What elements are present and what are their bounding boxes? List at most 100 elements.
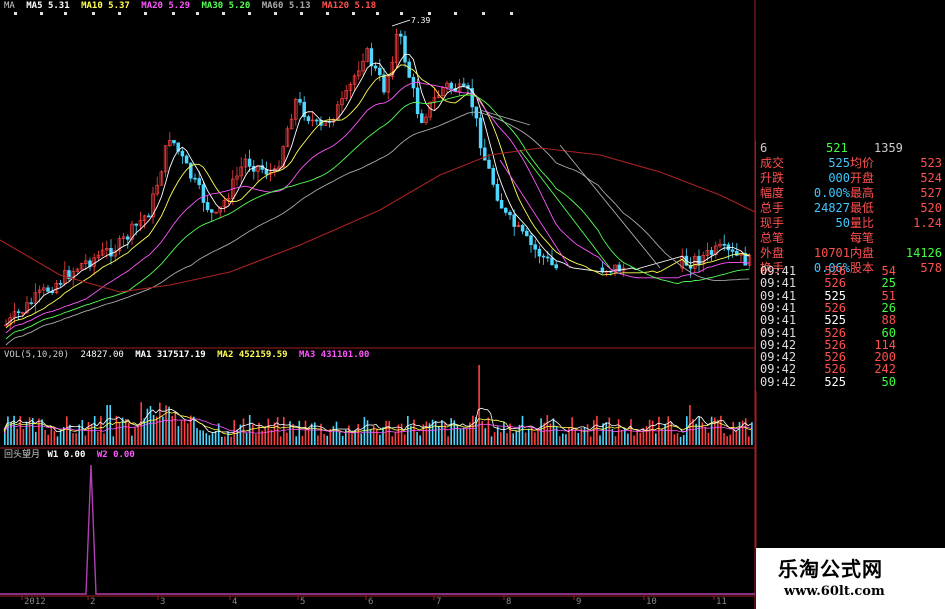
volume-bar <box>252 424 254 445</box>
volume-bar <box>738 422 741 445</box>
volume-bar <box>152 414 155 445</box>
ma30-readout: MA30 5.20 <box>201 1 251 11</box>
volume-bar <box>558 436 561 445</box>
x-axis-label: 2 <box>90 597 96 607</box>
volume-bar <box>245 433 248 445</box>
volume-bar <box>534 432 536 445</box>
volume-bar <box>376 429 378 445</box>
volume-bar <box>286 432 288 445</box>
candle-body <box>407 61 411 78</box>
volume-bar <box>465 428 468 445</box>
volume-bar <box>118 422 121 445</box>
volume-bar <box>159 402 161 445</box>
volume-bar <box>509 423 511 445</box>
candle-body <box>46 287 50 292</box>
volume-bar <box>264 425 266 445</box>
volume-title: VOL(5,10,20) <box>4 350 70 360</box>
volume-bar <box>614 436 617 445</box>
volume-bar <box>13 415 15 445</box>
moving-average-lines <box>0 53 756 346</box>
tick-price: 526 <box>824 337 846 352</box>
tick-row: 09:41 526 60 <box>756 327 945 339</box>
volume-bar <box>651 420 654 445</box>
volume-bar <box>66 416 68 445</box>
volume-ma1-readout: MA1 317517.19 <box>135 350 206 360</box>
x-axis-label: 5 <box>300 597 306 607</box>
volume-bar <box>617 419 620 445</box>
volume-bar <box>459 428 462 445</box>
period-marker <box>376 12 379 15</box>
x-axis-label: 8 <box>506 597 512 607</box>
volume-bar <box>447 436 449 445</box>
tick-row: 09:42 525 50 <box>756 376 945 388</box>
volume-bar <box>493 432 496 445</box>
volume-bar <box>211 432 214 445</box>
volume-bar <box>224 436 226 445</box>
site-watermark: 乐淘公式网 www.60lt.com <box>756 548 945 609</box>
tick-volume: 60 <box>881 325 896 340</box>
candle-body <box>449 82 453 89</box>
x-axis-tickmarks <box>14 12 715 600</box>
candle-body <box>722 243 726 246</box>
tick-row: 09:41 525 51 <box>756 290 945 302</box>
volume-bar <box>335 421 338 445</box>
indicator-w1-readout: W1 0.00 <box>47 450 86 460</box>
indicator-w1-line <box>0 464 755 595</box>
period-marker <box>274 12 277 15</box>
volume-bar <box>735 430 738 445</box>
volume-bar <box>394 432 397 445</box>
indicator-lines <box>0 464 755 595</box>
volume-bar <box>59 430 62 445</box>
volume-bar <box>137 425 139 445</box>
volume-bar <box>7 416 9 445</box>
tick-row: 09:41 525 88 <box>756 314 945 326</box>
candle-body <box>478 117 483 149</box>
volume-bar <box>124 419 127 445</box>
volume-bar <box>332 426 335 445</box>
volume-bar <box>283 416 285 445</box>
quote-label: 外盘 <box>760 246 785 260</box>
period-marker <box>144 12 147 15</box>
quote-label: 成交 <box>760 156 785 170</box>
tick-row: 09:41 526 26 <box>756 302 945 314</box>
volume-bar <box>438 426 440 445</box>
volume-bar <box>298 420 301 445</box>
volume-bar <box>109 405 111 445</box>
volume-bar <box>360 433 363 445</box>
period-marker <box>400 12 403 15</box>
volume-bar <box>540 418 542 445</box>
quote-top-mid: 521 <box>826 141 848 155</box>
quote-label: 升跌 <box>760 171 785 185</box>
volume-bar <box>50 425 53 445</box>
x-axis-label: 7 <box>436 597 442 607</box>
tick-row: 09:41 526 54 <box>756 265 945 277</box>
ma20-readout: MA20 5.29 <box>141 1 191 11</box>
volume-bar <box>639 432 642 445</box>
quote-label: 最高 <box>850 186 875 200</box>
volume-bar <box>84 435 87 445</box>
candle-body <box>172 140 176 144</box>
volume-bar <box>419 435 421 445</box>
volume-bar <box>38 418 40 445</box>
volume-bar <box>205 433 208 445</box>
quote-row: 现手 50 量比 1.24 <box>756 216 945 231</box>
volume-bar <box>410 425 412 445</box>
volume-bar <box>230 436 232 445</box>
volume-bar <box>441 419 443 445</box>
volume-bar <box>22 429 25 445</box>
tick-price: 526 <box>824 276 846 291</box>
volume-bar <box>478 365 480 445</box>
volume-bar <box>506 433 508 445</box>
volume-bar <box>255 434 257 445</box>
volume-bar <box>484 428 487 445</box>
volume-bar <box>496 426 499 445</box>
x-axis-label: 10 <box>646 597 657 607</box>
volume-bar <box>676 433 679 445</box>
volume-bar <box>221 436 223 445</box>
quote-label: 总手 <box>760 201 785 215</box>
indicator-title: 回头望月 <box>4 450 41 460</box>
high-marker-line <box>391 19 411 27</box>
tick-time: 09:41 <box>760 300 797 315</box>
candle-body <box>541 255 546 258</box>
volume-bar <box>717 419 719 445</box>
